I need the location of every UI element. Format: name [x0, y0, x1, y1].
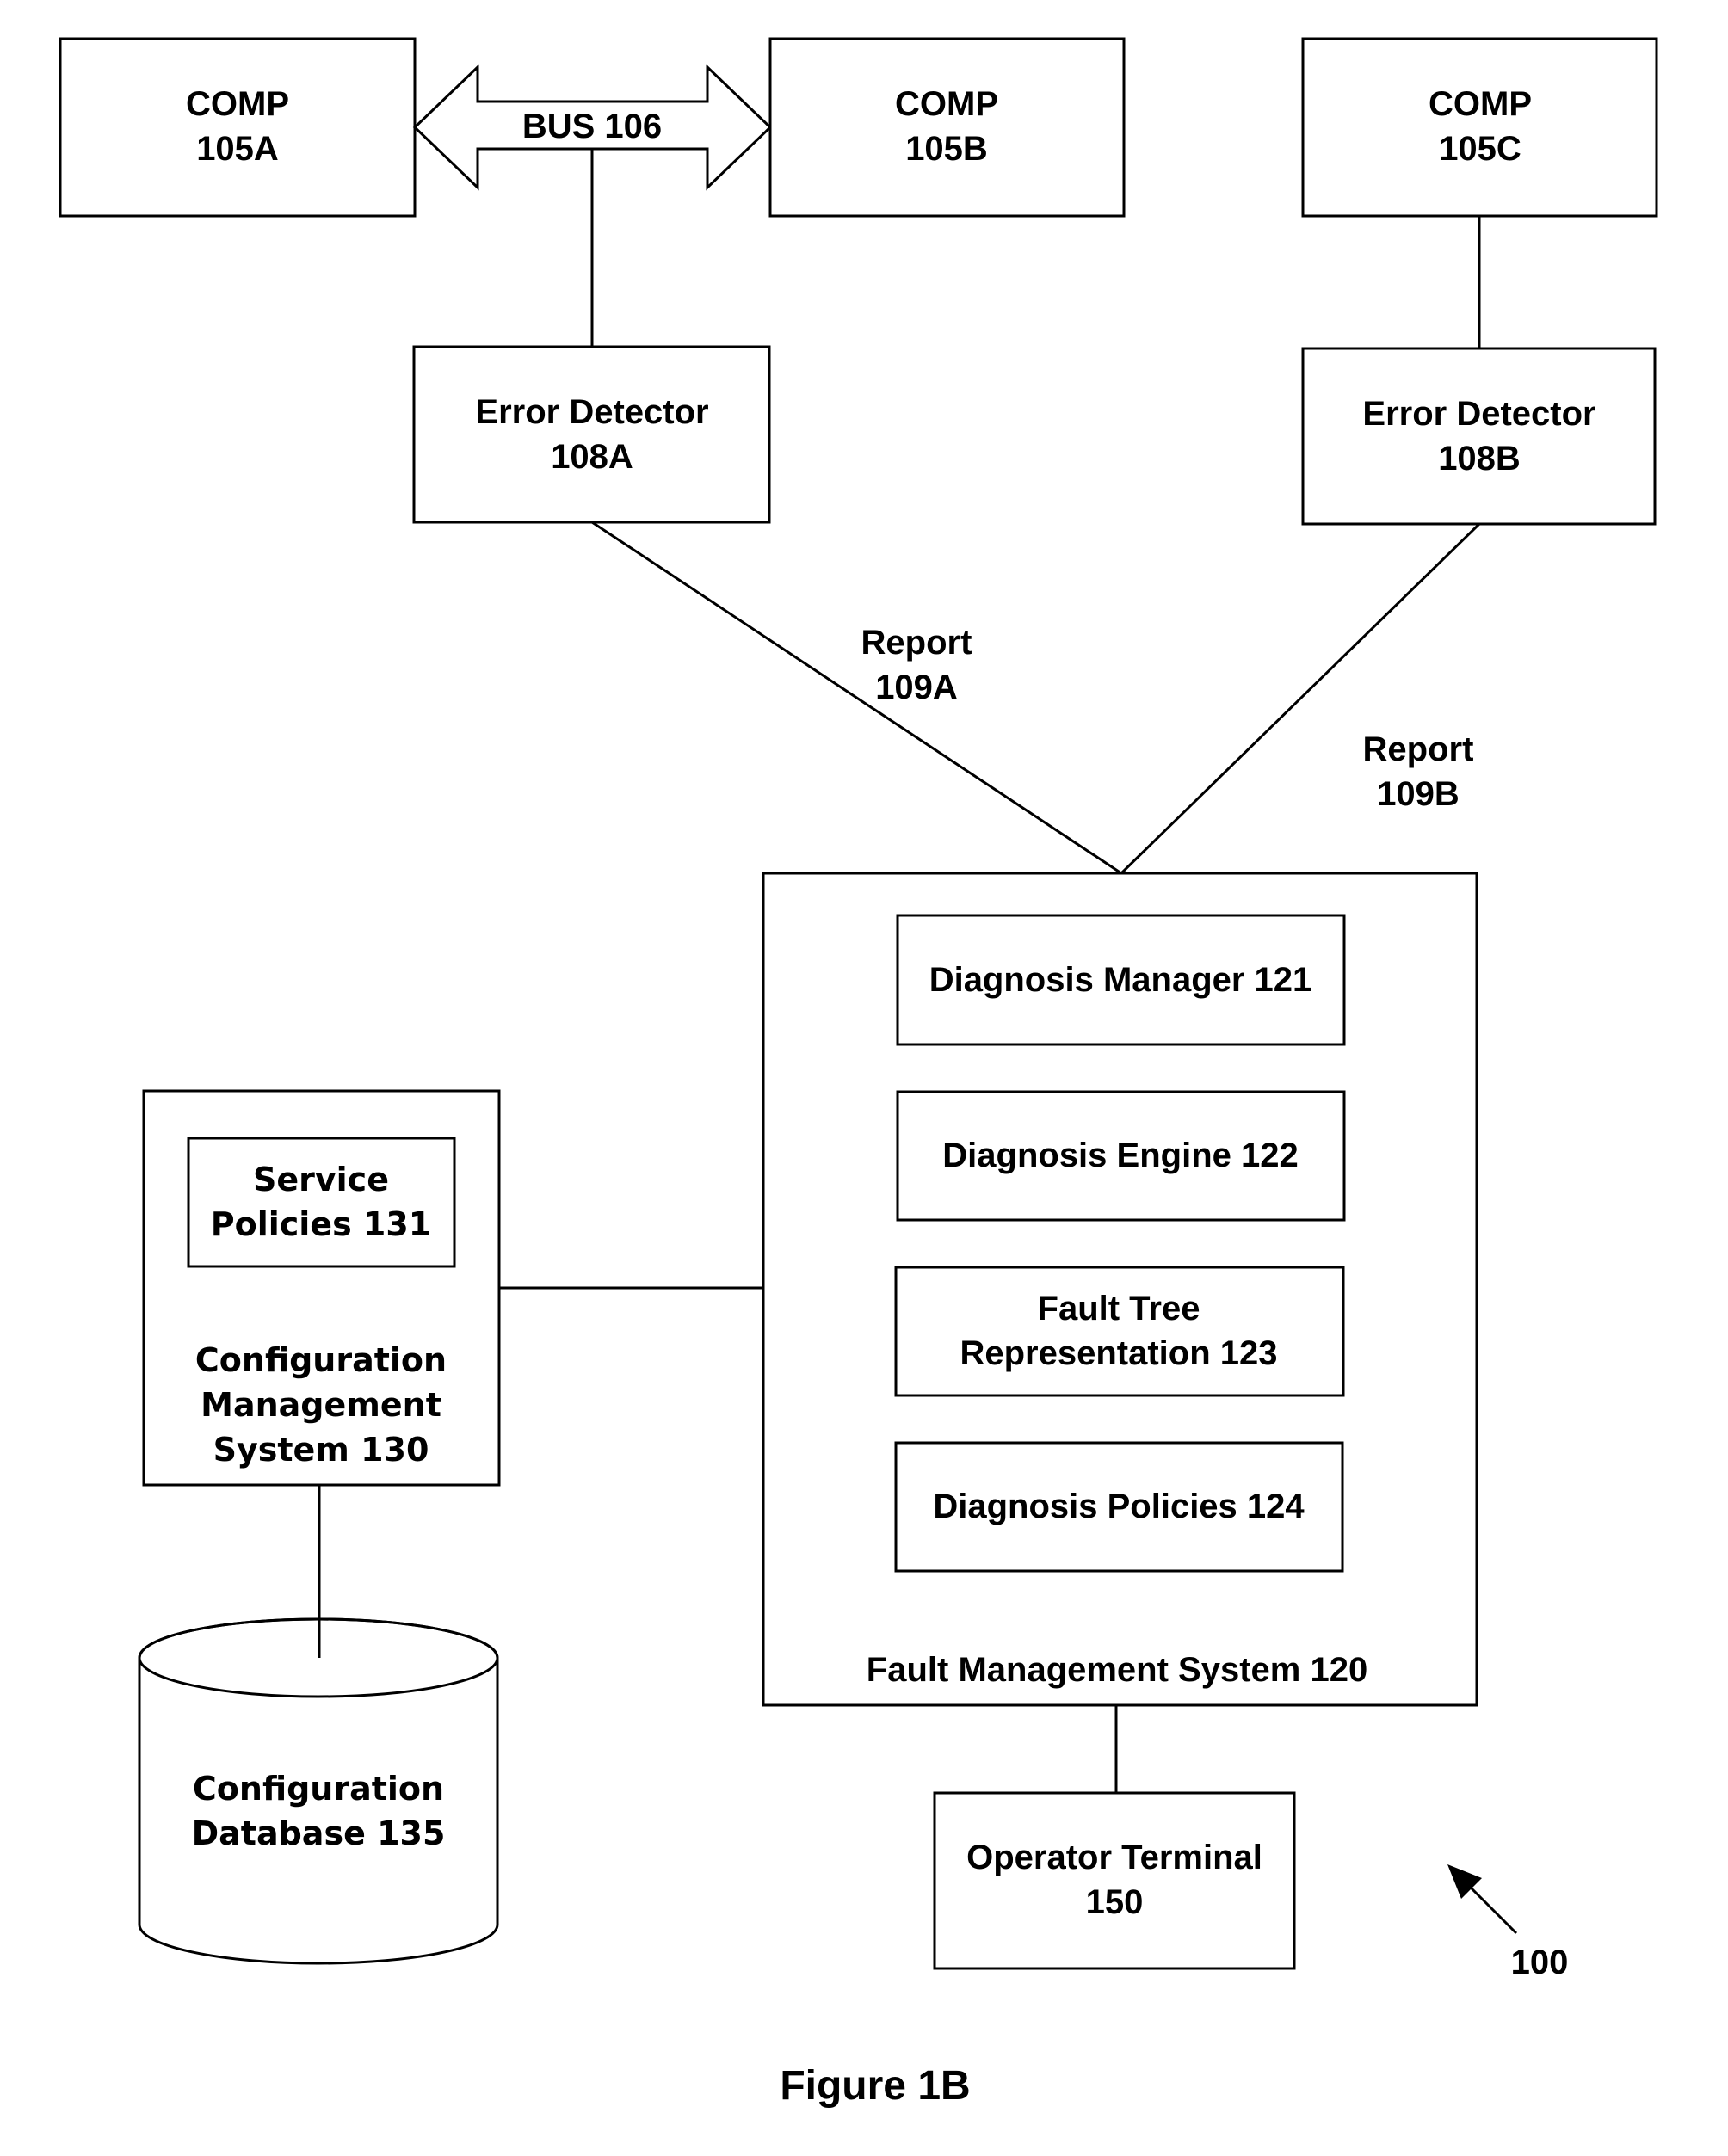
- comp-105c: COMP 105C: [1301, 37, 1658, 218]
- comp-105b-label-line1: COMP: [895, 85, 998, 123]
- configuration-database-label-line2: Database 135: [192, 1814, 446, 1852]
- comp-105b: COMP 105B: [768, 37, 1126, 218]
- fault-management-system-label: Fault Management System 120: [867, 1651, 1367, 1689]
- report-109b-line: [1120, 522, 1481, 875]
- comp-105c-label-line1: COMP: [1429, 85, 1532, 123]
- report-109a-line: [591, 521, 1122, 875]
- report-109b-label-line1: Report: [1363, 730, 1474, 768]
- configuration-management-system-130: Service Policies 131 Configuration Manag…: [142, 1089, 501, 1487]
- service-policies-131-box: [187, 1137, 456, 1268]
- comp-105a-label-line1: COMP: [186, 85, 289, 123]
- fault-tree-representation-123-label-line2: Representation 123: [960, 1334, 1277, 1372]
- configuration-database-label-line1: Configuration: [193, 1770, 444, 1808]
- diagnosis-manager-121-label: Diagnosis Manager 121: [929, 961, 1312, 999]
- configuration-management-system-label-line3: System 130: [213, 1431, 429, 1469]
- diagnosis-policies-124-label: Diagnosis Policies 124: [933, 1488, 1305, 1525]
- comp-105b-box: [768, 37, 1126, 218]
- diagnosis-engine-122-label: Diagnosis Engine 122: [942, 1137, 1298, 1174]
- report-109a-label-line2: 109A: [875, 668, 958, 706]
- operator-terminal-box: [933, 1791, 1296, 1970]
- error-detector-108a-box: [412, 345, 771, 524]
- error-detector-108a: Error Detector 108A: [412, 345, 771, 524]
- configuration-management-system-label-line1: Configuration: [195, 1341, 447, 1379]
- comp-105c-label-line2: 105C: [1439, 130, 1521, 168]
- error-detector-108b-label-line1: Error Detector: [1362, 395, 1595, 433]
- error-detector-108b-label-line2: 108B: [1438, 440, 1521, 477]
- error-detector-108b-box: [1301, 347, 1657, 526]
- bus-label: BUS 106: [522, 108, 662, 145]
- comp-105a-label-line2: 105A: [196, 130, 279, 168]
- service-policies-131-label-line1: Service: [253, 1161, 389, 1198]
- configuration-management-system-label-line2: Management: [201, 1386, 441, 1424]
- operator-terminal-label-line2: 150: [1086, 1883, 1144, 1921]
- comp-105a-box: [59, 37, 417, 218]
- report-109b-label-line2: 109B: [1377, 775, 1460, 813]
- configuration-database-135: Configuration Database 135: [138, 1617, 499, 1965]
- fault-tree-representation-123-label-line1: Fault Tree: [1038, 1290, 1200, 1327]
- fault-management-system-120: Diagnosis Manager 121 Diagnosis Engine 1…: [762, 872, 1478, 1707]
- service-policies-131-label-line2: Policies 131: [211, 1205, 432, 1243]
- reference-100: 100: [1447, 1864, 1568, 1981]
- operator-terminal-label-line1: Operator Terminal: [966, 1839, 1262, 1876]
- fault-tree-representation-123-box: [894, 1266, 1345, 1397]
- reference-numeral: 100: [1511, 1943, 1569, 1981]
- error-detector-108a-label-line2: 108A: [551, 438, 633, 476]
- figure-caption: Figure 1B: [780, 2063, 970, 2109]
- error-detector-108a-label-line1: Error Detector: [475, 393, 708, 431]
- comp-105a: COMP 105A: [59, 37, 417, 218]
- report-109a-label-line1: Report: [861, 624, 972, 662]
- error-detector-108b: Error Detector 108B: [1301, 347, 1657, 526]
- system-diagram: COMP 105A BUS 106 COMP 105B COMP 105C Er…: [59, 37, 1658, 2109]
- comp-105b-label-line2: 105B: [905, 130, 988, 168]
- comp-105c-box: [1301, 37, 1658, 218]
- operator-terminal-150: Operator Terminal 150: [933, 1791, 1296, 1970]
